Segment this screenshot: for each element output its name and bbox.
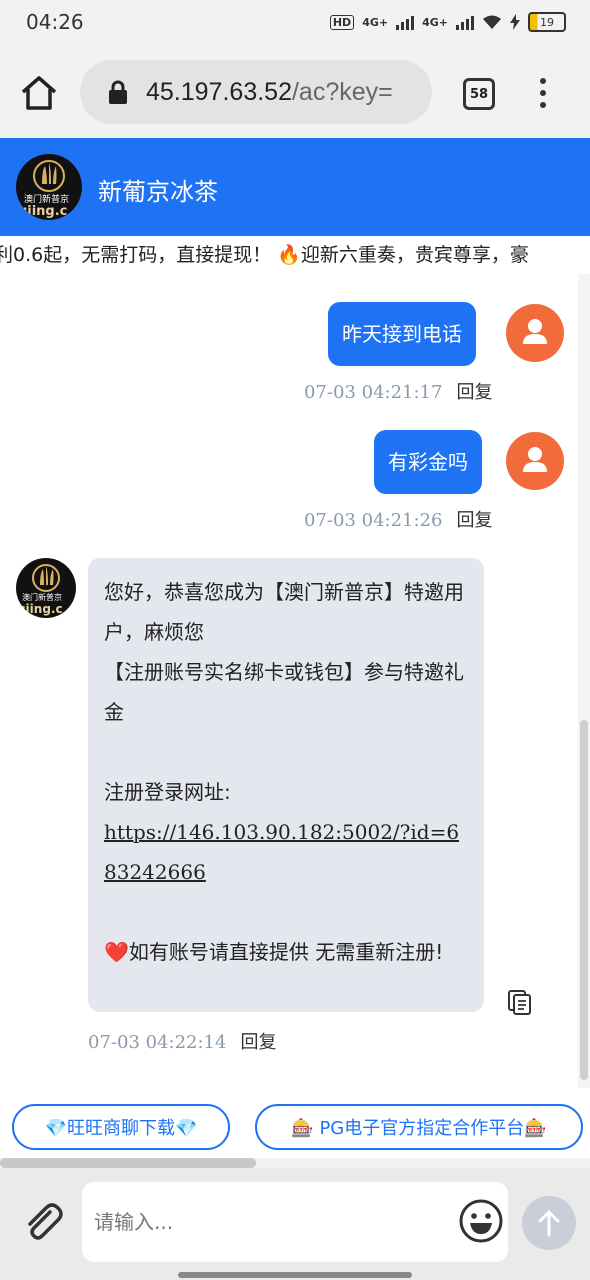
reply-link[interactable]: 回复	[240, 1032, 276, 1053]
message-meta: 07-03 04:21:17 回复	[304, 378, 492, 404]
user-icon	[523, 319, 547, 344]
bot-avatar-url: ujing.c	[17, 602, 63, 616]
reply-link[interactable]: 回复	[456, 510, 492, 531]
bot-message-line: 【注册账号实名绑卡或钱包】参与特邀礼金	[104, 660, 464, 724]
lock-icon	[109, 80, 127, 104]
message-time: 07-03 04:22:14	[88, 1032, 227, 1053]
status-bar: 04:26 HD 4G+ 4G+ 19	[0, 0, 590, 46]
signal-icon	[396, 14, 415, 30]
user-avatar	[506, 304, 564, 362]
marquee-text: 利0.6起，无需打码，直接提现！ 🔥迎新六重奏，贵宾尊享，豪	[0, 244, 529, 266]
chat-title: 新葡京冰茶	[98, 178, 218, 206]
chat-panel: 昨天接到电话 07-03 04:21:17 回复 有彩金吗 07-03 04:21…	[0, 274, 578, 1088]
bot-message-line: 您好，恭喜您成为【澳门新普京】特邀用户，麻烦您	[104, 580, 464, 644]
bot-avatar: 澳门新普京 ujing.c	[16, 558, 76, 618]
message-input[interactable]	[82, 1182, 508, 1262]
announcement-marquee: 利0.6起，无需打码，直接提现！ 🔥迎新六重奏，贵宾尊享，豪	[0, 236, 590, 274]
user-icon	[523, 447, 547, 472]
message-meta: 07-03 04:21:26 回复	[304, 506, 492, 532]
message-meta: 07-03 04:22:14 回复	[88, 1028, 276, 1054]
arrow-up-icon	[538, 1210, 560, 1237]
hd-label: HD	[329, 14, 355, 30]
status-time: 04:26	[26, 10, 84, 34]
reply-link[interactable]: 回复	[456, 382, 492, 403]
chat-area[interactable]: 昨天接到电话 07-03 04:21:17 回复 有彩金吗 07-03 04:21…	[0, 274, 590, 1088]
download-app-button[interactable]: 💎旺旺商聊下载💎	[12, 1104, 230, 1150]
attachment-icon[interactable]	[20, 1200, 64, 1244]
more-menu-icon[interactable]	[536, 78, 550, 108]
status-icons: HD 4G+ 4G+ 19	[329, 12, 566, 32]
header-logo: 澳门新普京 ujing.c	[16, 154, 82, 220]
battery-icon: 19	[528, 12, 566, 32]
user-avatar	[506, 432, 564, 490]
message-time: 07-03 04:21:26	[304, 510, 443, 531]
url-text: 45.197.63.52/ac?key=	[146, 78, 393, 107]
registration-link[interactable]: https://146.103.90.182:5002/?id=68324266…	[104, 820, 459, 884]
copy-icon[interactable]	[508, 990, 532, 1016]
signal-icon-2	[456, 14, 474, 30]
quick-actions-row: 💎旺旺商聊下载💎 🎰 PG电子官方指定合作平台🎰	[0, 1088, 590, 1158]
url-rest: /ac?key=	[291, 77, 393, 106]
horizontal-scrollbar[interactable]	[0, 1158, 256, 1168]
net1-label: 4G+	[362, 15, 389, 29]
pg-partner-button[interactable]: 🎰 PG电子官方指定合作平台🎰	[255, 1104, 583, 1150]
bot-message-line: 注册登录网址:	[104, 780, 231, 804]
net2-label: 4G+	[422, 15, 448, 29]
message-time: 07-03 04:21:17	[304, 382, 443, 403]
address-bar[interactable]: 45.197.63.52/ac?key=	[80, 60, 432, 124]
scrollbar-track[interactable]	[578, 274, 590, 1088]
chat-header: 澳门新普京 ujing.c 新葡京冰茶	[0, 138, 590, 236]
tab-switcher-button[interactable]: 58	[463, 78, 495, 110]
user-message-bubble[interactable]: 有彩金吗	[374, 430, 482, 494]
user-message-bubble[interactable]: 昨天接到电话	[328, 302, 476, 366]
scrollbar-thumb[interactable]	[580, 720, 588, 1080]
home-icon[interactable]	[18, 74, 60, 112]
charging-icon	[510, 14, 520, 30]
wifi-icon	[483, 15, 501, 29]
gesture-bar	[178, 1272, 412, 1278]
send-button[interactable]	[522, 1196, 576, 1250]
url-host: 45.197.63.52	[146, 77, 292, 106]
message-input-row	[0, 1168, 590, 1280]
bot-message-bubble[interactable]: 您好，恭喜您成为【澳门新普京】特邀用户，麻烦您 【注册账号实名绑卡或钱包】参与特…	[88, 558, 484, 1012]
browser-toolbar: 45.197.63.52/ac?key= 58	[0, 46, 590, 138]
logo-url: ujing.c	[18, 204, 68, 219]
emoji-icon[interactable]	[458, 1198, 504, 1244]
bot-message-line: ❤️如有账号请直接提供 无需重新注册!	[104, 940, 444, 964]
